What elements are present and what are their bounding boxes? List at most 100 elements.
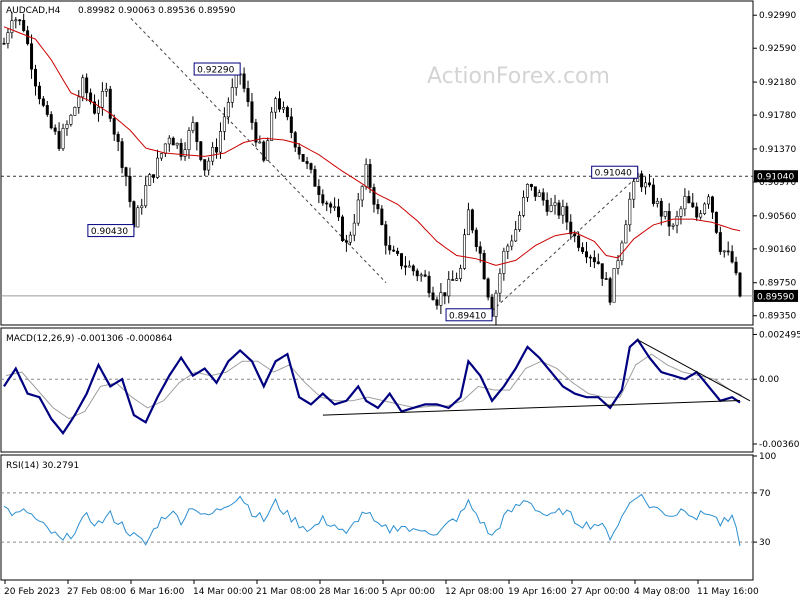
candle-body bbox=[293, 132, 297, 148]
candle-body bbox=[368, 164, 372, 188]
candle-body bbox=[419, 274, 423, 277]
candle-body bbox=[380, 208, 384, 225]
candle-body bbox=[33, 68, 37, 87]
candle-body bbox=[112, 118, 116, 135]
candle-body bbox=[104, 88, 108, 92]
macd-support-trendline bbox=[322, 400, 741, 416]
candle-body bbox=[100, 91, 104, 108]
price-y-tick-label: 0.91780 bbox=[759, 111, 796, 121]
x-tick-label: 19 Apr 16:00 bbox=[508, 587, 567, 597]
candle-body bbox=[644, 182, 648, 188]
candle-body bbox=[285, 107, 289, 118]
candle-body bbox=[305, 161, 309, 164]
candle-body bbox=[722, 250, 726, 253]
candle-body bbox=[230, 87, 234, 103]
x-tick-label: 14 Mar 00:00 bbox=[193, 587, 253, 597]
candle-body bbox=[344, 240, 348, 243]
candle-body bbox=[337, 206, 341, 218]
x-tick-label: 12 Apr 08:00 bbox=[445, 587, 504, 597]
candle-body bbox=[163, 143, 167, 154]
candle-body bbox=[439, 292, 443, 306]
candle-body bbox=[37, 85, 41, 100]
price-layer: 0.910400.895900.922900.904300.894100.910… bbox=[1, 11, 798, 325]
candle-body bbox=[18, 19, 22, 22]
candle-body bbox=[427, 275, 431, 294]
candle-body bbox=[360, 186, 364, 201]
price-header-ohlc: 0.89982 0.90063 0.89536 0.89590 bbox=[78, 6, 236, 16]
candle-body bbox=[699, 213, 703, 218]
candle-body bbox=[191, 122, 195, 131]
candle-body bbox=[529, 184, 533, 188]
candle-body bbox=[155, 157, 159, 178]
candle-body bbox=[128, 175, 132, 202]
x-tick-label: 6 Mar 16:00 bbox=[130, 587, 185, 597]
candle-body bbox=[443, 292, 447, 297]
price-y-tick-label: 0.92990 bbox=[759, 11, 796, 21]
candle-body bbox=[415, 270, 419, 277]
rsi-y-tick-label: 100 bbox=[759, 452, 776, 462]
candle-body bbox=[695, 206, 699, 218]
x-tick-label: 20 Feb 2023 bbox=[4, 587, 60, 597]
candle-body bbox=[317, 186, 321, 195]
candle-body bbox=[577, 235, 581, 248]
macd-panel-frame bbox=[0, 327, 754, 453]
candle-body bbox=[687, 196, 691, 204]
candle-body bbox=[289, 116, 293, 133]
candle-body bbox=[726, 250, 730, 253]
candle-body bbox=[522, 197, 526, 216]
candle-body bbox=[250, 101, 254, 123]
candle-body bbox=[707, 196, 711, 205]
candle-body bbox=[41, 98, 45, 106]
candle-body bbox=[266, 140, 270, 161]
candle-body bbox=[647, 182, 651, 186]
candle-body bbox=[207, 160, 211, 171]
candle-body bbox=[203, 159, 207, 171]
candle-body bbox=[502, 250, 506, 274]
candle-body bbox=[392, 249, 396, 252]
candle-body bbox=[57, 131, 61, 149]
candle-body bbox=[462, 234, 466, 269]
candle-body bbox=[73, 107, 77, 116]
candle-body bbox=[663, 211, 667, 217]
candle-body bbox=[333, 206, 337, 209]
candle-body bbox=[246, 88, 250, 103]
candle-body bbox=[45, 105, 49, 115]
candle-body bbox=[506, 245, 510, 252]
candle-body bbox=[557, 202, 561, 216]
candle-body bbox=[533, 186, 537, 197]
price-y-tick-label: 0.92590 bbox=[759, 44, 796, 54]
candle-body bbox=[321, 194, 325, 204]
candle-body bbox=[498, 273, 502, 294]
rsi-panel-frame bbox=[0, 454, 754, 581]
candle-body bbox=[470, 209, 474, 231]
candle-body bbox=[478, 246, 482, 254]
candle-body bbox=[675, 216, 679, 226]
price-annotation-label: 0.92290 bbox=[197, 66, 234, 76]
candle-body bbox=[714, 211, 718, 233]
candle-body bbox=[632, 181, 636, 200]
candle-body bbox=[26, 30, 30, 45]
candle-body bbox=[215, 147, 219, 153]
candle-body bbox=[691, 202, 695, 208]
x-tick-label: 27 Feb 08:00 bbox=[67, 587, 126, 597]
candle-body bbox=[730, 251, 734, 263]
candle-body bbox=[388, 245, 392, 251]
price-y-tick-label: 0.89750 bbox=[759, 279, 796, 289]
candle-body bbox=[596, 261, 600, 264]
candle-body bbox=[159, 153, 163, 159]
candle-body bbox=[85, 77, 89, 94]
macd-y-tick-label: 0.002495 bbox=[759, 330, 800, 340]
candle-body bbox=[581, 247, 585, 252]
candle-body bbox=[81, 77, 85, 98]
candle-body bbox=[482, 253, 486, 280]
candle-body bbox=[152, 174, 156, 178]
candle-body bbox=[53, 127, 57, 132]
candle-body bbox=[376, 204, 380, 210]
candle-body bbox=[592, 257, 596, 263]
candle-body bbox=[10, 20, 14, 33]
candle-body bbox=[372, 187, 376, 205]
candle-body bbox=[65, 124, 69, 129]
candle-body bbox=[22, 20, 26, 32]
rsi-header: RSI(14) 30.2791 bbox=[6, 461, 79, 471]
candle-body bbox=[431, 292, 435, 301]
